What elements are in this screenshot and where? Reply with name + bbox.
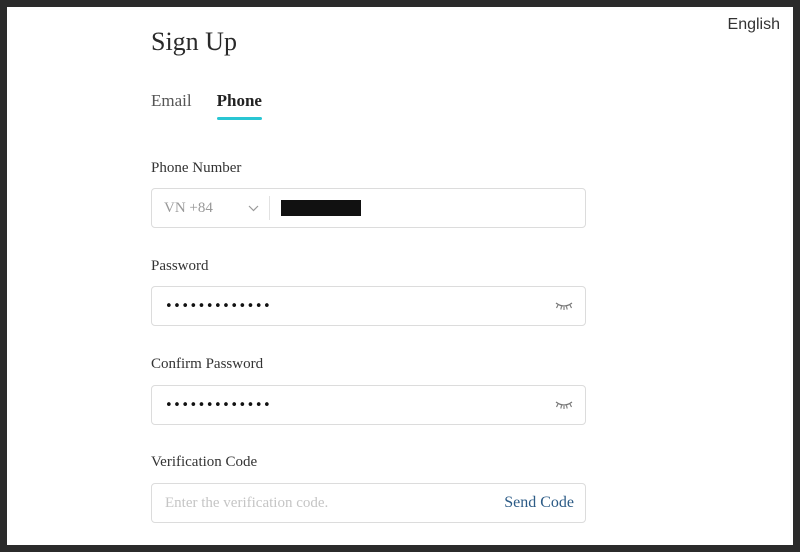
verification-code-label: Verification Code	[151, 454, 258, 470]
tab-phone[interactable]: Phone	[216, 91, 263, 120]
password-field	[151, 286, 586, 326]
country-code-select[interactable]: VN +84	[152, 196, 270, 220]
send-code-button[interactable]: Send Code	[504, 494, 574, 512]
phone-number-field: VN +84	[151, 188, 586, 228]
page-title: Sign Up	[151, 27, 237, 56]
country-code-value: VN +84	[164, 199, 213, 216]
signup-window: English Sign Up Email Phone Phone Number…	[7, 7, 793, 545]
confirm-password-label: Confirm Password	[151, 356, 264, 372]
password-input[interactable]	[152, 286, 553, 326]
verification-code-field: Send Code	[151, 483, 586, 523]
eye-closed-icon[interactable]	[553, 398, 575, 412]
tab-email[interactable]: Email	[151, 91, 192, 117]
password-label: Password	[151, 258, 209, 274]
confirm-password-field	[151, 385, 586, 425]
signup-method-tabs: Email Phone	[151, 91, 263, 120]
phone-number-redacted[interactable]	[281, 200, 361, 216]
verification-code-input[interactable]	[152, 483, 505, 523]
eye-closed-icon[interactable]	[553, 299, 575, 313]
phone-number-label: Phone Number	[151, 160, 242, 176]
chevron-down-icon	[241, 198, 265, 218]
confirm-password-input[interactable]	[152, 385, 553, 425]
language-selector[interactable]: English	[728, 16, 780, 34]
